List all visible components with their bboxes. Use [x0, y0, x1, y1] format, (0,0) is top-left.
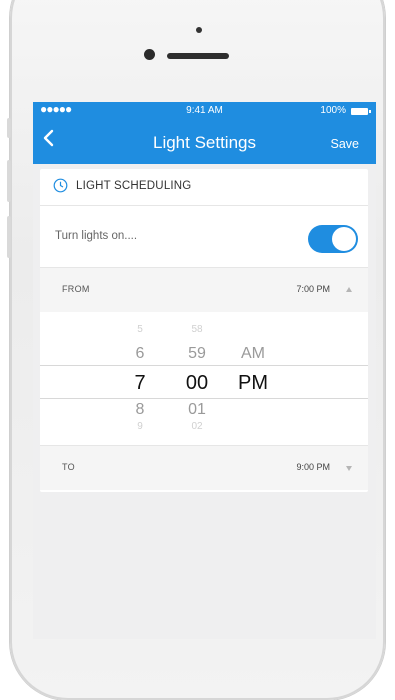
- minute-option[interactable]: 01: [177, 401, 217, 419]
- battery-icon: [351, 108, 371, 115]
- volume-down-button: [7, 216, 11, 258]
- phone-mockup: ●●●●● 9:41 AM 100% Light Settings Save L…: [0, 0, 395, 700]
- section-header: LIGHT SCHEDULING: [40, 169, 368, 206]
- from-label: FROM: [62, 284, 90, 294]
- from-time-value: 7:00 PM: [296, 284, 330, 294]
- mute-switch: [7, 118, 11, 138]
- front-camera: [144, 49, 155, 60]
- clock-icon: [53, 178, 68, 193]
- time-picker[interactable]: 5 6 7 8 9 58 59 00 01 02 AM PM: [40, 312, 368, 446]
- settings-card: LIGHT SCHEDULING Turn lights on.... FROM…: [40, 169, 368, 492]
- app-screen: ●●●●● 9:41 AM 100% Light Settings Save L…: [33, 102, 376, 639]
- to-label: TO: [62, 462, 75, 472]
- to-time-value: 9:00 PM: [296, 462, 330, 472]
- turn-lights-on-row: Turn lights on....: [40, 206, 368, 268]
- proximity-sensor: [196, 27, 202, 33]
- to-time-row[interactable]: TO 9:00 PM: [40, 446, 368, 490]
- minute-option[interactable]: 58: [177, 324, 217, 335]
- hour-option[interactable]: 9: [120, 421, 160, 432]
- section-title: LIGHT SCHEDULING: [76, 180, 192, 192]
- minute-option[interactable]: 02: [177, 421, 217, 432]
- caret-up-icon[interactable]: [346, 287, 352, 292]
- minute-selected[interactable]: 00: [177, 372, 217, 395]
- lights-toggle[interactable]: [308, 225, 358, 253]
- hour-option[interactable]: 5: [120, 324, 160, 335]
- navigation-bar: ●●●●● 9:41 AM 100% Light Settings Save: [33, 102, 376, 164]
- caret-down-icon[interactable]: [346, 466, 352, 471]
- picker-selection-bottom-line: [40, 398, 368, 399]
- save-button[interactable]: Save: [331, 137, 360, 151]
- toggle-knob: [332, 227, 356, 251]
- turn-lights-on-label: Turn lights on....: [55, 230, 138, 242]
- period-option[interactable]: AM: [233, 345, 273, 363]
- minute-option[interactable]: 59: [177, 345, 217, 363]
- battery-percentage: 100%: [320, 105, 346, 116]
- volume-up-button: [7, 160, 11, 202]
- hour-option[interactable]: 8: [120, 401, 160, 419]
- hour-option[interactable]: 6: [120, 345, 160, 363]
- from-time-row[interactable]: FROM 7:00 PM: [40, 268, 368, 312]
- period-selected[interactable]: PM: [233, 372, 273, 395]
- picker-selection-top-line: [40, 365, 368, 366]
- page-title: Light Settings: [152, 133, 256, 152]
- hour-selected[interactable]: 7: [120, 372, 160, 395]
- earpiece-speaker: [167, 53, 229, 59]
